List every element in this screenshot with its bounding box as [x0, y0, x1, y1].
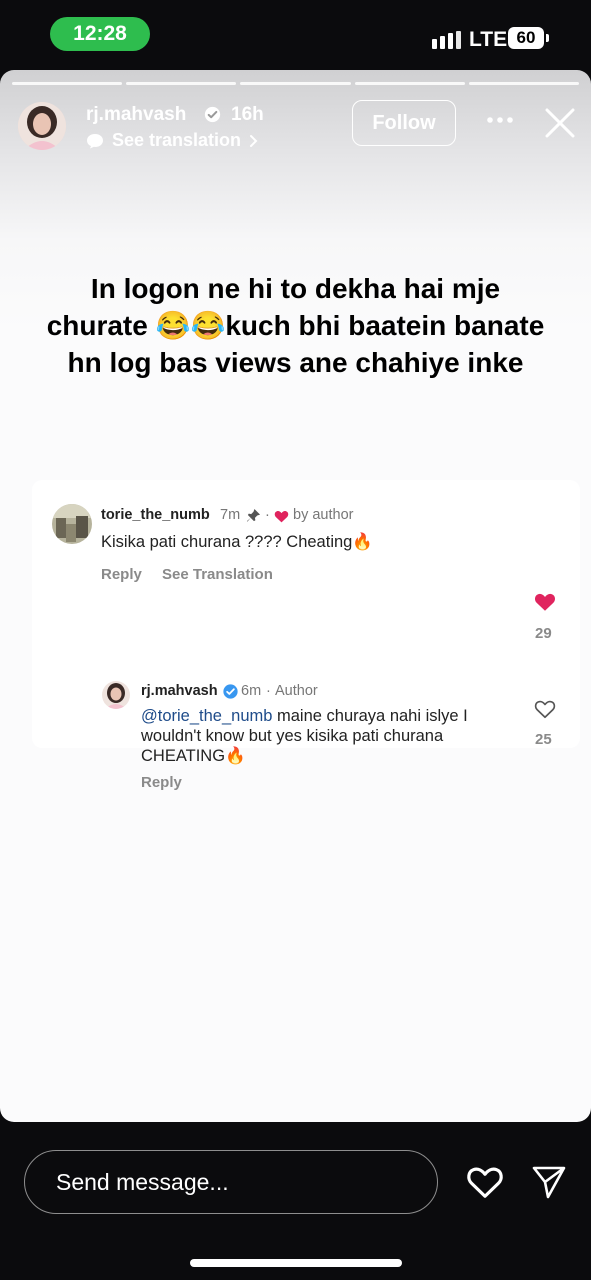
comment-text: Kisika pati churana ???? Cheating🔥 — [101, 533, 373, 551]
story-header: rj.mahvash 16h See translation Follow — [0, 98, 591, 158]
send-message-placeholder: Send message... — [56, 1168, 229, 1195]
status-time[interactable]: 12:28 — [50, 17, 150, 51]
signal-icon — [432, 31, 462, 49]
heart-filled-icon — [274, 511, 289, 523]
comment-sticker[interactable]: torie_the_numb 7m · by author Kisika pat… — [32, 480, 580, 791]
send-message-input[interactable]: Send message... — [24, 1150, 438, 1214]
heart-outline-icon[interactable] — [466, 1164, 504, 1200]
send-icon[interactable] — [531, 1164, 567, 1200]
status-bar: 12:28 LTE 60 — [0, 0, 591, 70]
story-username[interactable]: rj.mahvash — [86, 104, 186, 126]
reply-text-line: maine churaya nahi islye I — [272, 707, 468, 725]
heart-filled-icon[interactable] — [534, 592, 556, 612]
follow-button[interactable]: Follow — [352, 100, 456, 146]
progress-segment — [468, 82, 580, 85]
reply-button[interactable]: Reply — [141, 774, 182, 791]
caption-line: In logon ne hi to dekha hai mje — [90, 273, 501, 304]
caption-line: churate 😂😂kuch bhi baatein banate — [46, 310, 545, 341]
meta-dot: · — [266, 683, 271, 699]
battery-icon: 60 — [508, 27, 544, 49]
battery-nub — [546, 34, 549, 42]
progress-segment — [126, 82, 237, 85]
verified-icon — [204, 106, 221, 123]
caption-line: hn log bas views ane chahiye inke — [67, 347, 524, 378]
mention-link[interactable]: @torie_the_numb — [141, 707, 272, 725]
heart-outline-icon[interactable] — [534, 699, 556, 719]
battery-level: 60 — [516, 28, 536, 47]
reply-text-line: CHEATING🔥 — [141, 747, 246, 765]
verified-icon — [223, 684, 238, 699]
network-type: LTE — [469, 28, 508, 51]
story-caption: In logon ne hi to dekha hai mje churate … — [20, 270, 571, 381]
like-count: 25 — [535, 731, 552, 748]
liked-by-author: by author — [293, 507, 354, 523]
like-count: 29 — [535, 625, 552, 642]
story-time-ago: 16h — [231, 104, 264, 125]
meta-dot: · — [265, 507, 270, 523]
close-icon[interactable] — [543, 106, 577, 140]
pin-icon — [246, 508, 261, 522]
commenter-avatar[interactable] — [52, 504, 92, 544]
reply-text-line: wouldn't know but yes kisika pati churan… — [141, 727, 444, 745]
story-card[interactable]: rj.mahvash 16h See translation Follow In… — [0, 70, 591, 1122]
see-translation-link[interactable]: See translation — [86, 130, 259, 151]
home-indicator — [190, 1259, 402, 1267]
progress-segment — [354, 82, 465, 85]
chevron-right-icon — [250, 134, 258, 147]
comment-time: 7m — [220, 507, 241, 523]
progress-segment — [12, 82, 123, 85]
see-translation-button[interactable]: See Translation — [162, 566, 273, 583]
see-translation-label: See translation — [112, 130, 242, 150]
reply-text: @torie_the_numb maine churaya nahi islye… — [141, 706, 468, 766]
more-icon[interactable] — [484, 108, 516, 132]
reply-time: 6m — [241, 683, 262, 699]
avatar[interactable] — [18, 102, 66, 150]
reply-button[interactable]: Reply — [101, 566, 142, 583]
reply-avatar[interactable] — [102, 681, 130, 709]
progress-segment — [240, 82, 351, 85]
reply-username[interactable]: rj.mahvash — [141, 683, 218, 699]
story-progress-bar — [12, 82, 580, 85]
translate-icon — [87, 133, 103, 148]
commenter-username[interactable]: torie_the_numb — [101, 507, 210, 523]
author-label: Author — [275, 683, 318, 699]
